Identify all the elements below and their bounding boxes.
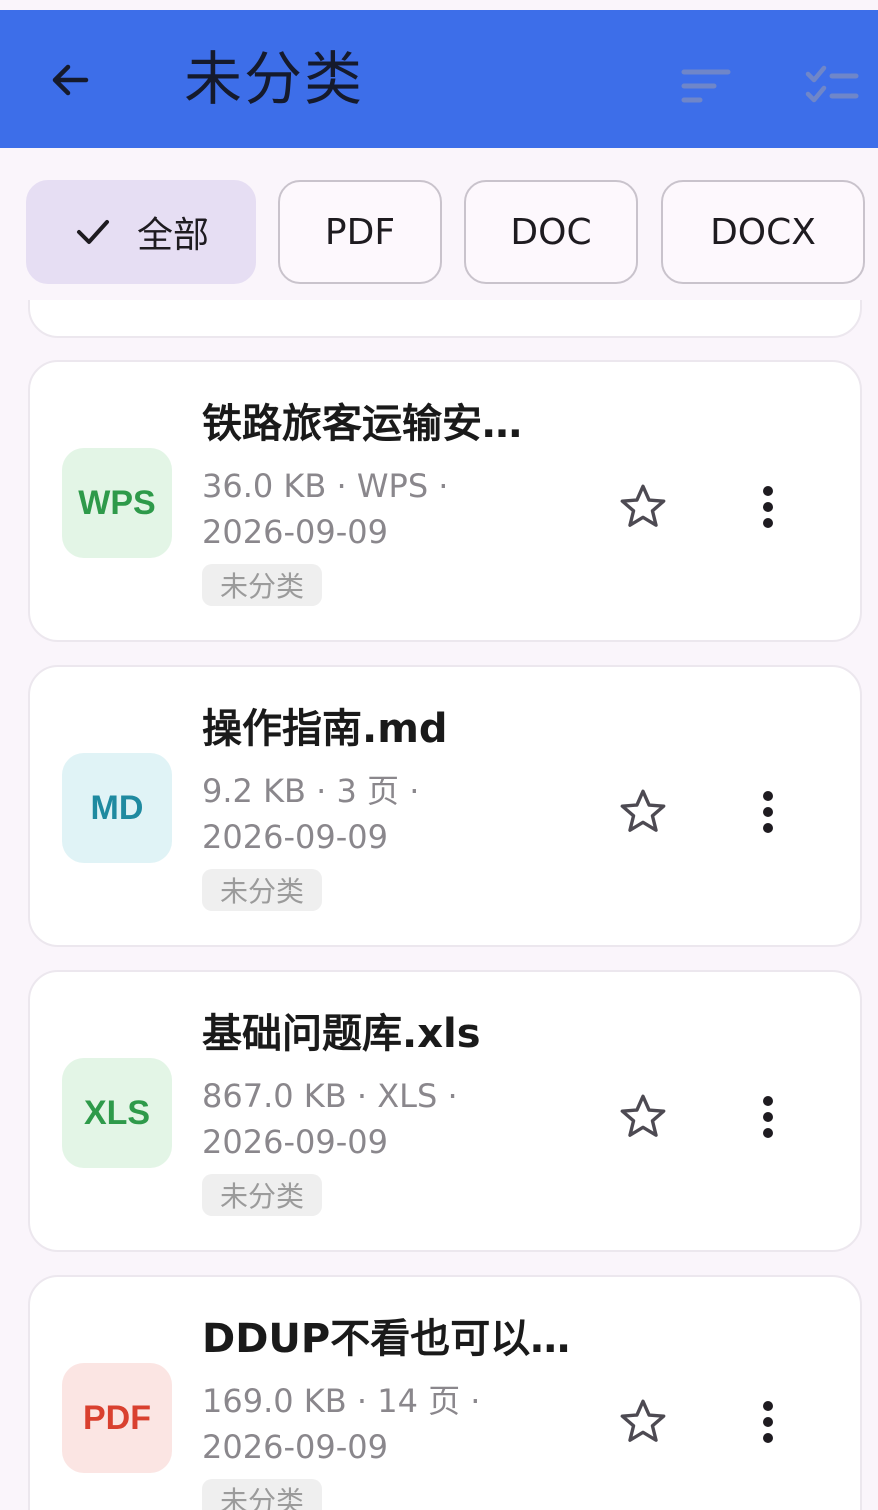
file-meta: 169.0 KB · 14 页 · bbox=[202, 1382, 481, 1420]
more-vertical-icon bbox=[763, 1096, 773, 1138]
category-tag: 未分类 bbox=[202, 869, 323, 911]
favorite-button[interactable] bbox=[608, 1082, 678, 1152]
top-app-bar: 未分类 bbox=[0, 10, 878, 148]
chip-label: DOCX bbox=[710, 211, 816, 253]
filter-chip-pdf[interactable]: PDF bbox=[278, 180, 442, 284]
favorite-button[interactable] bbox=[608, 1387, 678, 1457]
screen: 未分类 全部 PDF DOC DOCX WPS 铁路旅客运输安… 36.0 KB… bbox=[0, 0, 878, 1510]
favorite-button[interactable] bbox=[608, 777, 678, 847]
back-button[interactable] bbox=[34, 44, 106, 116]
sort-icon bbox=[681, 69, 731, 103]
file-meta: 36.0 KB · WPS · bbox=[202, 467, 449, 505]
file-type-badge: MD bbox=[62, 753, 172, 863]
file-card[interactable]: XLS 基础问题库.xls 867.0 KB · XLS · 2026-09-0… bbox=[28, 970, 862, 1252]
file-name: 基础问题库.xls bbox=[202, 1011, 481, 1057]
more-options-button[interactable] bbox=[736, 1387, 800, 1457]
category-tag: 未分类 bbox=[202, 564, 323, 606]
filter-chip-all[interactable]: 全部 bbox=[26, 180, 256, 284]
more-options-button[interactable] bbox=[736, 472, 800, 542]
star-outline-icon bbox=[620, 484, 666, 527]
file-date: 2026-09-09 bbox=[202, 818, 388, 856]
file-card[interactable]: MD 操作指南.md 9.2 KB · 3 页 · 2026-09-09 未分类 bbox=[28, 665, 862, 947]
more-options-button[interactable] bbox=[736, 1082, 800, 1152]
file-meta: 867.0 KB · XLS · bbox=[202, 1077, 458, 1115]
file-date: 2026-09-09 bbox=[202, 1428, 388, 1466]
file-name: 铁路旅客运输安… bbox=[202, 401, 522, 447]
category-tag: 未分类 bbox=[202, 1174, 323, 1216]
file-date: 2026-09-09 bbox=[202, 1123, 388, 1161]
file-card[interactable]: WPS 铁路旅客运输安… 36.0 KB · WPS · 2026-09-09 … bbox=[28, 360, 862, 642]
file-type-badge: PDF bbox=[62, 1363, 172, 1473]
file-meta: 9.2 KB · 3 页 · bbox=[202, 772, 420, 810]
file-date: 2026-09-09 bbox=[202, 513, 388, 551]
star-outline-icon bbox=[620, 1094, 666, 1137]
file-type-badge: WPS bbox=[62, 448, 172, 558]
chip-label: DOC bbox=[510, 211, 592, 253]
multi-select-button[interactable] bbox=[796, 50, 868, 122]
filter-chip-doc[interactable]: DOC bbox=[464, 180, 638, 284]
chip-label: 全部 bbox=[136, 215, 209, 256]
star-outline-icon bbox=[620, 1399, 666, 1442]
sort-button[interactable] bbox=[670, 50, 742, 122]
file-card-partial[interactable] bbox=[28, 300, 862, 338]
check-icon bbox=[73, 212, 113, 252]
file-list[interactable]: WPS 铁路旅客运输安… 36.0 KB · WPS · 2026-09-09 … bbox=[0, 300, 878, 1510]
favorite-button[interactable] bbox=[608, 472, 678, 542]
file-card[interactable]: PDF DDUP不看也可以… 169.0 KB · 14 页 · 2026-09… bbox=[28, 1275, 862, 1510]
more-vertical-icon bbox=[763, 791, 773, 833]
more-vertical-icon bbox=[763, 1401, 773, 1443]
chip-label: PDF bbox=[324, 211, 396, 253]
more-vertical-icon bbox=[763, 486, 773, 528]
category-tag: 未分类 bbox=[202, 1479, 323, 1510]
file-name: DDUP不看也可以… bbox=[202, 1316, 571, 1362]
star-outline-icon bbox=[620, 789, 666, 832]
filter-chip-docx[interactable]: DOCX bbox=[661, 180, 865, 284]
file-type-badge: XLS bbox=[62, 1058, 172, 1168]
arrow-left-icon bbox=[52, 64, 89, 96]
page-title: 未分类 bbox=[184, 45, 365, 113]
more-options-button[interactable] bbox=[736, 777, 800, 847]
checklist-icon bbox=[805, 65, 859, 103]
file-name: 操作指南.md bbox=[202, 706, 448, 752]
